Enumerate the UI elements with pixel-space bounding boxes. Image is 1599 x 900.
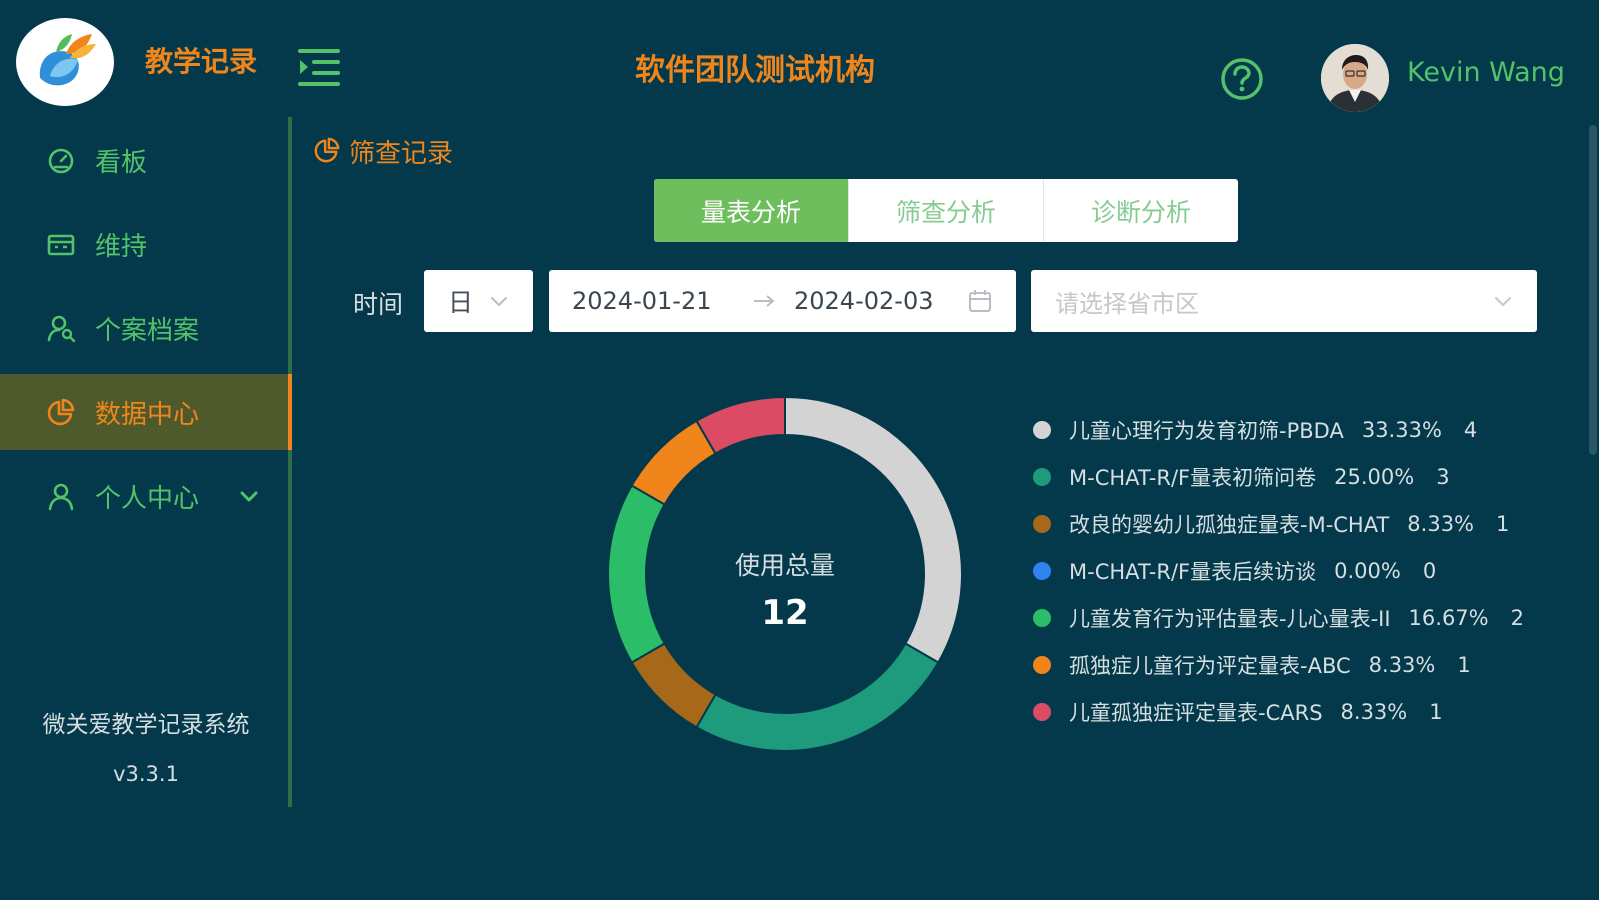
user-icon xyxy=(46,481,76,511)
legend-count: 1 xyxy=(1429,700,1443,724)
chevron-down-icon xyxy=(1491,289,1515,313)
legend-percent: 33.33% xyxy=(1361,418,1442,442)
time-label: 时间 xyxy=(353,290,404,319)
legend-count: 1 xyxy=(1457,653,1471,677)
system-name: 微关爱教学记录系统 xyxy=(42,712,250,738)
scrollbar[interactable] xyxy=(1589,125,1597,455)
date-end[interactable]: 2024-02-03 xyxy=(794,287,933,315)
sidebar-item-label: 维持 xyxy=(95,231,148,262)
legend-count: 0 xyxy=(1422,559,1437,583)
sidebar-item-label: 数据中心 xyxy=(95,399,200,430)
sidebar-item-dashboard[interactable]: 看板 xyxy=(0,122,288,198)
time-unit-value: 日 xyxy=(448,288,474,317)
sidebar-item-maintain[interactable]: 维持 xyxy=(0,206,288,282)
legend-name: 改良的婴幼儿孤独症量表-M-CHAT xyxy=(1069,513,1390,537)
bird-logo-icon xyxy=(16,18,114,106)
user-search-icon xyxy=(46,313,76,343)
org-title: 软件团队测试机构 xyxy=(635,53,875,88)
analysis-tabs: 量表分析 筛查分析 诊断分析 xyxy=(654,179,1238,242)
legend-item[interactable]: 改良的婴幼儿孤独症量表-M-CHAT 8.33% 1 xyxy=(1033,509,1509,539)
legend-percent: 0.00% xyxy=(1334,559,1401,583)
date-start[interactable]: 2024-01-21 xyxy=(572,287,711,315)
donut-slice-1[interactable] xyxy=(695,642,940,752)
legend-dot-icon xyxy=(1033,468,1051,486)
legend-name: M-CHAT-R/F量表初筛问卷 xyxy=(1069,466,1317,490)
dashboard-icon xyxy=(46,145,76,175)
legend-percent: 8.33% xyxy=(1340,700,1408,724)
legend-name: 儿童孤独症评定量表-CARS xyxy=(1069,701,1323,725)
calendar-icon xyxy=(46,229,76,259)
legend-item[interactable]: 儿童孤独症评定量表-CARS 8.33% 1 xyxy=(1033,697,1443,727)
legend-item[interactable]: 孤独症儿童行为评定量表-ABC 8.33% 1 xyxy=(1033,650,1471,680)
legend-percent: 16.67% xyxy=(1408,606,1489,630)
app-window: 教学记录 软件团队测试机构 Kevin Wang 看板 维持 个案档案 数据中心… xyxy=(0,0,1599,900)
breadcrumb-label: 筛查记录 xyxy=(349,139,454,169)
legend-count: 3 xyxy=(1436,465,1450,489)
donut-total: 12 xyxy=(761,593,809,633)
region-select[interactable]: 请选择省市区 xyxy=(1031,270,1537,332)
date-range-picker[interactable]: 2024-01-21 2024-02-03 xyxy=(549,270,1016,332)
legend-dot-icon xyxy=(1033,703,1051,721)
app-title: 教学记录 xyxy=(145,45,258,78)
sidebar: 看板 维持 个案档案 数据中心 个人中心 微关爱教学记录系统 v3.3.1 xyxy=(0,117,292,807)
legend-name: 孤独症儿童行为评定量表-ABC xyxy=(1069,654,1351,678)
tab-scale-analysis[interactable]: 量表分析 xyxy=(654,179,848,242)
legend-dot-icon xyxy=(1033,562,1051,580)
sidebar-item-personal-center[interactable]: 个人中心 xyxy=(0,458,288,534)
donut-slice-6[interactable] xyxy=(695,395,786,455)
legend-item[interactable]: M-CHAT-R/F量表后续访谈 0.00% 0 xyxy=(1033,556,1436,586)
legend-item[interactable]: 儿童发育行为评估量表-儿心量表-II 16.67% 2 xyxy=(1033,603,1524,633)
menu-fold-icon[interactable] xyxy=(296,46,342,88)
sidebar-item-label: 看板 xyxy=(95,147,148,178)
donut-center-label: 使用总量 xyxy=(734,551,835,580)
breadcrumb: 筛查记录 xyxy=(313,133,453,170)
legend-dot-icon xyxy=(1033,421,1051,439)
legend-dot-icon xyxy=(1033,656,1051,674)
tab-screening-analysis[interactable]: 筛查分析 xyxy=(848,179,1043,242)
arrow-right-icon xyxy=(751,291,777,311)
region-placeholder: 请选择省市区 xyxy=(1055,289,1199,318)
user-avatar[interactable] xyxy=(1321,44,1389,112)
legend-name: 儿童发育行为评估量表-儿心量表-II xyxy=(1069,607,1391,631)
calendar-icon xyxy=(967,288,993,314)
legend-dot-icon xyxy=(1033,609,1051,627)
legend-percent: 25.00% xyxy=(1334,465,1415,489)
pie-chart-icon xyxy=(46,397,76,427)
sidebar-item-label: 个人中心 xyxy=(95,483,200,514)
legend-dot-icon xyxy=(1033,515,1051,533)
legend-name: M-CHAT-R/F量表后续访谈 xyxy=(1069,560,1317,584)
legend-item[interactable]: M-CHAT-R/F量表初筛问卷 25.00% 3 xyxy=(1033,462,1450,492)
sidebar-item-data-center[interactable]: 数据中心 xyxy=(0,374,292,450)
legend-count: 4 xyxy=(1463,418,1478,442)
chevron-down-icon[interactable] xyxy=(238,485,260,507)
time-unit-select[interactable]: 日 xyxy=(424,270,533,332)
user-name[interactable]: Kevin Wang xyxy=(1407,57,1565,88)
pie-chart-icon xyxy=(313,136,341,168)
legend-percent: 8.33% xyxy=(1407,512,1475,536)
sidebar-item-label: 个案档案 xyxy=(95,315,200,346)
legend-item[interactable]: 儿童心理行为发育初筛-PBDA 33.33% 4 xyxy=(1033,415,1477,445)
system-version: v3.3.1 xyxy=(113,762,179,786)
legend-percent: 8.33% xyxy=(1368,653,1436,677)
chevron-down-icon xyxy=(488,290,510,312)
legend-name: 儿童心理行为发育初筛-PBDA xyxy=(1069,419,1344,443)
legend-count: 2 xyxy=(1510,606,1524,630)
help-circle-icon[interactable] xyxy=(1220,57,1264,101)
legend-count: 1 xyxy=(1496,512,1510,536)
sidebar-item-case-files[interactable]: 个案档案 xyxy=(0,290,288,366)
tab-diagnosis-analysis[interactable]: 诊断分析 xyxy=(1043,179,1238,242)
